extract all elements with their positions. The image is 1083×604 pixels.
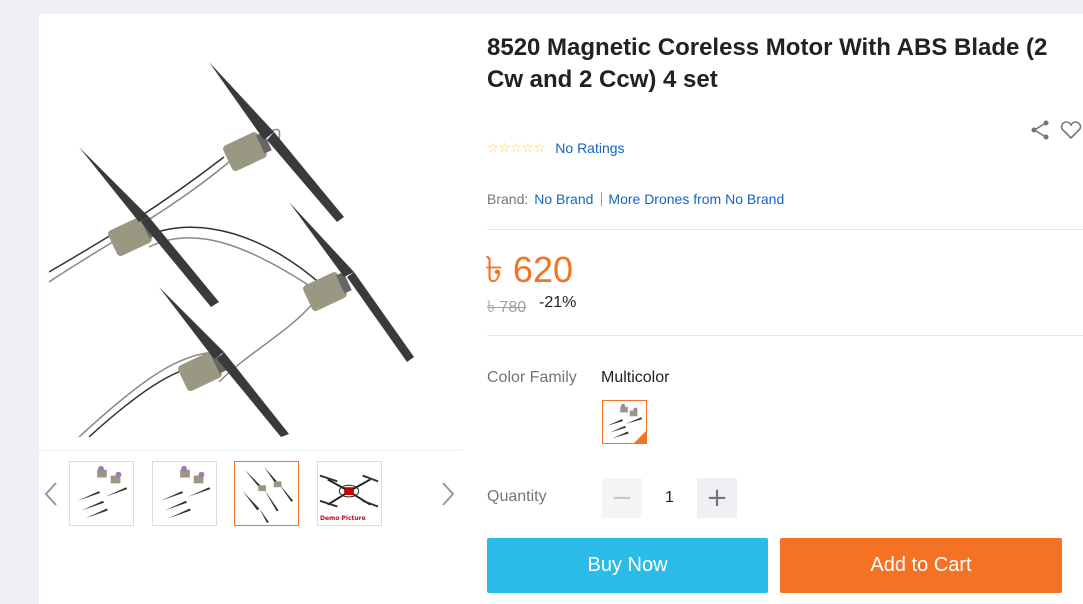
chevron-left-icon <box>44 482 57 506</box>
brand-link[interactable]: No Brand <box>534 191 593 207</box>
color-swatch-multicolor[interactable] <box>602 400 647 444</box>
more-from-brand-link[interactable]: More Drones from No Brand <box>608 191 784 207</box>
brand-row: Brand: No Brand More Drones from No Bran… <box>487 191 784 207</box>
original-price: ৳ 780 <box>487 299 527 316</box>
gallery-next-button[interactable] <box>438 480 458 508</box>
brand-label: Brand: <box>487 191 529 207</box>
chevron-right-icon <box>442 482 455 506</box>
thumbnail-3-active[interactable] <box>234 461 299 526</box>
discount-badge: -21% <box>539 294 577 311</box>
share-icon <box>1031 120 1049 140</box>
quantity-increase-button[interactable]: + <box>697 478 737 518</box>
color-family-value: Multicolor <box>601 369 670 386</box>
thumbnail-4-demo[interactable]: Demo Picture <box>317 461 382 526</box>
star-rating-icon: ☆☆☆☆☆ <box>487 140 546 156</box>
gallery-divider <box>39 450 462 451</box>
product-card: Demo Picture 8520 Magnetic Coreless Moto… <box>39 14 1083 604</box>
quantity-decrease-button[interactable]: − <box>602 478 642 518</box>
ratings-link[interactable]: No Ratings <box>555 140 624 156</box>
current-price: ৳ 620 <box>485 249 573 290</box>
divider <box>487 229 1083 230</box>
gallery-prev-button[interactable] <box>41 480 61 508</box>
thumbnail-1[interactable] <box>69 461 134 526</box>
propeller-motors-image <box>49 62 414 437</box>
share-button[interactable] <box>1028 118 1052 142</box>
product-title: 8520 Magnetic Coreless Motor With ABS Bl… <box>487 34 1048 93</box>
selected-check-icon <box>634 431 646 443</box>
heart-icon <box>1060 121 1082 140</box>
main-product-image[interactable] <box>49 22 449 437</box>
thumbnail-2[interactable] <box>152 461 217 526</box>
thumbnail-image <box>77 465 128 519</box>
buy-now-button[interactable]: Buy Now <box>487 538 768 593</box>
quantity-value[interactable]: 1 <box>642 478 697 518</box>
add-to-cart-button[interactable]: Add to Cart <box>780 538 1062 593</box>
divider <box>601 192 603 206</box>
color-family-label: Color Family <box>487 369 577 386</box>
thumbnail-image <box>160 465 211 519</box>
rating-summary: ☆☆☆☆☆ No Ratings <box>487 140 625 156</box>
quantity-label: Quantity <box>487 488 547 505</box>
divider <box>487 335 1083 336</box>
wishlist-button[interactable] <box>1059 118 1083 142</box>
demo-picture-label: Demo Picture <box>320 515 366 522</box>
thumbnail-image <box>242 466 294 524</box>
